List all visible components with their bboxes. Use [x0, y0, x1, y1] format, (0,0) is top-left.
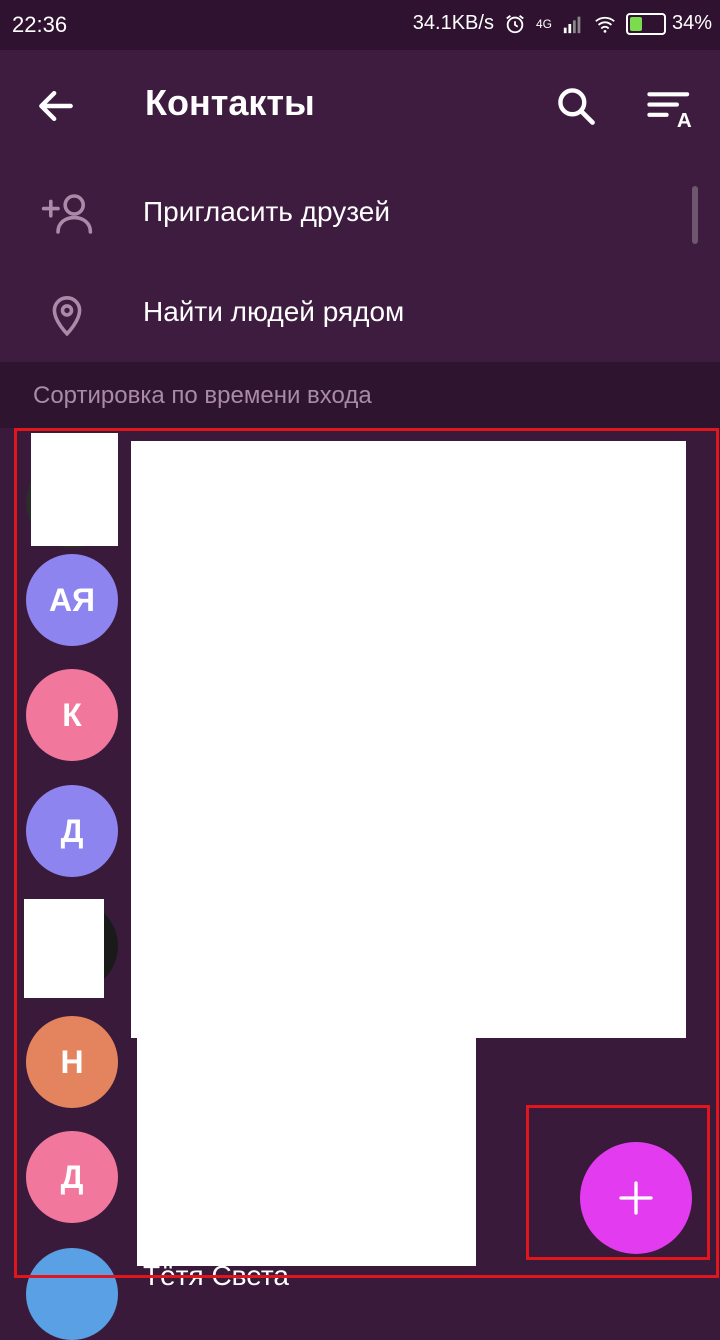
redacted-names	[131, 441, 686, 1038]
battery-indicator: 34%	[625, 12, 712, 35]
redacted-photo	[31, 433, 118, 546]
alarm-icon	[506, 14, 524, 33]
contact-avatar[interactable]: Н	[26, 1016, 118, 1108]
contact-avatar[interactable]: Д	[26, 1131, 118, 1223]
contact-avatar[interactable]: К	[26, 669, 118, 761]
contact-name[interactable]: Тётя Света	[143, 1260, 289, 1292]
invite-friends-item[interactable]: Пригласить друзей	[0, 162, 720, 262]
app-bar: Контакты A	[0, 50, 720, 162]
wifi-icon	[595, 16, 615, 33]
add-person-icon	[41, 194, 93, 234]
sort-section-header: Сортировка по времени входа	[0, 362, 720, 428]
page-title: Контакты	[145, 82, 315, 123]
battery-icon	[625, 12, 666, 35]
status-bar: 22:36 34.1KB/s 4G 34%	[0, 0, 720, 50]
contact-avatar[interactable]: АЯ	[26, 554, 118, 646]
find-nearby-label: Найти людей рядом	[143, 296, 405, 327]
add-contact-button[interactable]	[580, 1142, 692, 1254]
contacts-actions-menu: Пригласить друзей Найти людей рядом	[0, 162, 720, 362]
battery-level: 34%	[671, 12, 712, 34]
location-pin-icon	[52, 296, 82, 336]
network-speed: 34.1KB/s	[412, 12, 494, 34]
contact-avatar[interactable]	[26, 1248, 118, 1340]
search-icon[interactable]	[554, 84, 598, 128]
contact-avatar[interactable]: Д	[26, 785, 118, 877]
redacted-photo	[24, 899, 104, 998]
scrollbar-thumb[interactable]	[692, 186, 698, 244]
find-nearby-item[interactable]: Найти людей рядом	[0, 262, 720, 362]
invite-friends-label: Пригласить друзей	[143, 196, 391, 227]
back-arrow-icon[interactable]	[34, 84, 78, 128]
sort-header-text: Сортировка по времени входа	[33, 382, 372, 409]
status-indicators: 34.1KB/s 4G 34%	[413, 12, 712, 35]
signal-icon	[563, 16, 581, 33]
sort-alpha-icon[interactable]: A	[646, 86, 694, 130]
svg-text:A: A	[677, 109, 692, 130]
network-type: 4G	[535, 16, 552, 31]
redacted-names	[137, 1038, 476, 1266]
plus-icon	[619, 1181, 653, 1215]
status-time: 22:36	[12, 12, 68, 37]
